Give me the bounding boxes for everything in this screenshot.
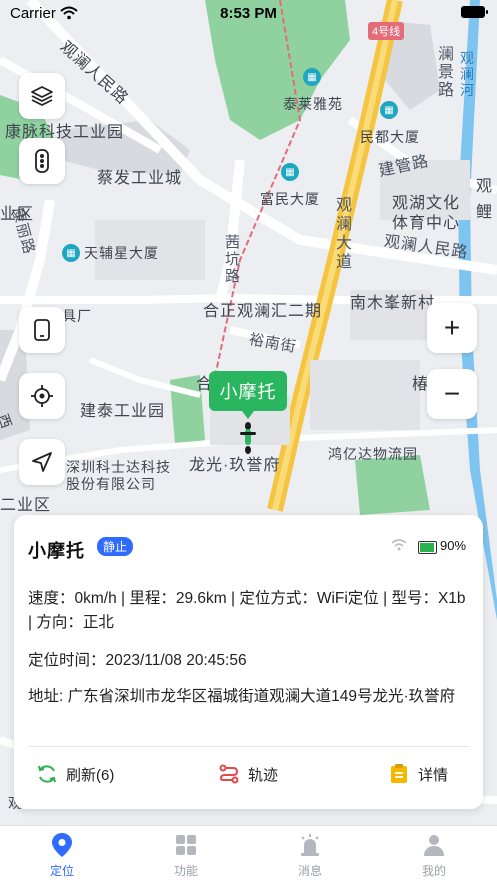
zoom-out-button[interactable]: − [427,369,477,419]
track-label: 轨迹 [248,766,279,784]
tab-messages[interactable]: 消息 [248,832,372,879]
route-icon [219,764,239,784]
place-label: 股份有限公司 [66,476,156,492]
tab-label: 我的 [421,864,446,878]
zoom-in-button[interactable]: + [427,303,477,353]
detail-button[interactable]: 详情 [388,763,448,785]
location-time: 定位时间：2023/11/08 20:45:56 [28,652,247,669]
battery-icon [461,6,488,18]
phone-icon [34,319,50,341]
place-label: 鸿亿达物流园 [328,446,418,462]
poi-mindu[interactable]: ▦ [380,101,398,119]
place-label: 康脉科技工业园 [5,124,125,141]
status-badge: 静止 [97,537,134,556]
refresh-icon [38,765,56,783]
refresh-label: 刷新(6) [66,766,115,784]
tab-label: 定位 [49,864,74,878]
device-location-button[interactable] [19,307,65,353]
document-icon [391,764,407,783]
place-label: 南木峯新村 [350,295,436,312]
river-label: 观澜河 [460,50,475,98]
device-info-card: 小摩托 静止 90% 速度：0km/h | 里程：29.6km | 定位方式：W… [14,515,483,809]
place-label: 鲤 [476,204,494,221]
poi-fumin[interactable]: ▦ [281,163,299,181]
poi-taelai[interactable]: ▦ [303,68,321,86]
place-label: 观 [476,178,494,195]
place-label: 建泰工业园 [80,403,166,420]
navigate-button[interactable] [19,439,65,485]
clock: 8:53 PM [220,5,277,22]
building-icon: ▦ [380,101,398,119]
refresh-button[interactable]: 刷新(6) [36,763,114,785]
tab-bar: 定位 功能 消息 我的 [0,825,497,884]
address: 地址: 广东省深圳市龙华区福城街道观澜大道149号龙光·玖誉府 [28,688,456,705]
building-icon: ▦ [281,163,299,181]
device-marker-label[interactable]: 小摩托 [209,371,287,419]
status-bar: Carrier 8:53 PM [0,0,497,26]
alarm-light-icon [301,834,319,856]
place-label: 二业区 [0,497,52,514]
detail-label: 详情 [418,766,449,784]
road-label: 澜景路 [438,46,456,99]
road-label: 茜坑路 [225,234,242,285]
tab-label: 消息 [297,864,322,878]
layers-icon [31,86,53,106]
place-label: 合正观澜汇二期 [203,303,323,320]
tab-location[interactable]: 定位 [0,832,124,879]
place-label: 业区 [0,206,35,223]
location-pin-icon [52,833,72,857]
building-icon: ▦ [62,244,80,262]
layers-button[interactable] [19,73,65,119]
place-label: 富民大厦 [260,191,320,207]
place-label: 龙光·玖誉府 [189,457,281,474]
divider [28,746,470,747]
road-label: 观澜大道 [336,197,354,271]
place-label: 泰莱雅苑 [283,96,343,112]
scooter-marker-icon[interactable] [236,420,260,456]
place-label: 蔡发工业城 [97,170,183,187]
poi-tianfuxing[interactable]: ▦ 天辅星大厦 [62,243,159,263]
tab-functions[interactable]: 功能 [124,832,248,879]
crosshair-icon [31,385,53,407]
tab-label: 功能 [173,864,198,878]
device-name: 小摩托 [28,541,85,561]
grid-icon [176,835,196,855]
place-label: 民都大厦 [360,129,420,145]
locate-target-button[interactable] [19,373,65,419]
tab-profile[interactable]: 我的 [372,832,496,879]
traffic-button[interactable] [19,138,65,184]
device-battery-icon [418,541,437,554]
place-label: 具厂 [62,308,92,324]
building-icon: ▦ [303,68,321,86]
signal-wifi-icon [391,539,407,551]
traffic-light-icon [35,149,49,173]
track-button[interactable]: 轨迹 [218,763,278,785]
device-info-line: 速度：0km/h | 里程：29.6km | 定位方式：WiFi定位 | 型号：… [28,590,466,631]
navigation-arrow-icon [32,452,52,472]
battery-percent: 90% [440,538,467,553]
user-icon [424,835,444,856]
